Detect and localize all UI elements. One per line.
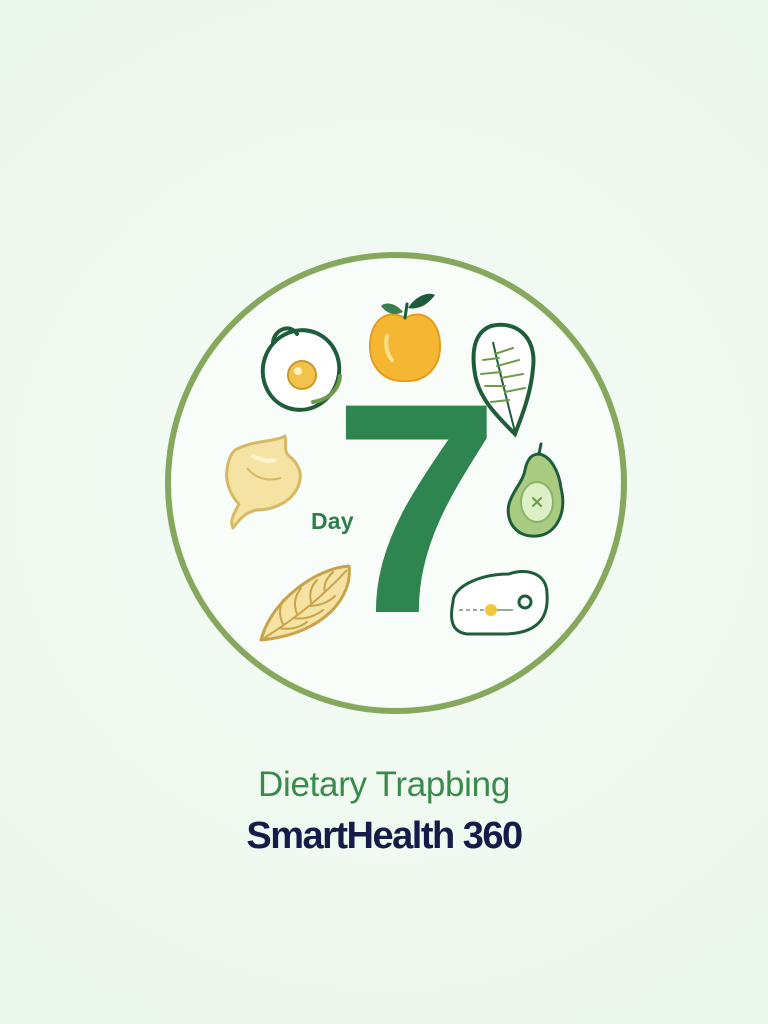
subtitle: Dietary Trapbing: [258, 765, 510, 804]
day-number: 7: [333, 340, 500, 676]
splash-screen: Day 7 Dietary Trapbing SmartHealth 360: [0, 0, 768, 1024]
brand-name: SmartHealth 360: [246, 815, 523, 857]
day-emblem: Day 7: [163, 250, 629, 716]
